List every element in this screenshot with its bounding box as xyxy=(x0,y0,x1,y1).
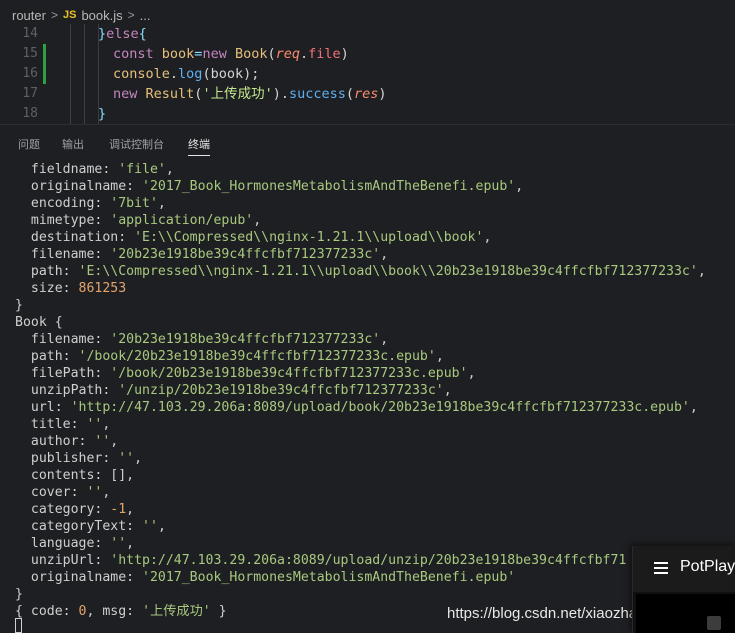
terminal-cursor xyxy=(15,618,22,633)
terminal-line: path: '/book/20b23e1918be39c4ffcfbf71237… xyxy=(15,349,444,364)
line-number: 17 xyxy=(22,86,38,101)
code-text: console.log(book); xyxy=(113,66,260,82)
tab-problems[interactable]: 问题 xyxy=(18,136,40,152)
terminal-line: mimetype: 'application/epub', xyxy=(15,213,262,228)
code-line[interactable]: 14 }else{ xyxy=(0,24,735,44)
tab-output[interactable]: 输出 xyxy=(62,136,84,152)
code-line[interactable]: 15 const book=new Book(req.file) xyxy=(0,44,735,64)
indent-guide xyxy=(84,24,85,124)
panel-tab-bar: 问题 输出 调试控制台 终端 xyxy=(0,124,735,159)
code-text: const book=new Book(req.file) xyxy=(113,46,349,62)
js-file-icon: JS xyxy=(62,9,77,21)
terminal-line: originalname: '2017_Book_HormonesMetabol… xyxy=(15,179,524,194)
terminal-output[interactable]: fieldname: 'file', originalname: '2017_B… xyxy=(0,158,735,633)
indent-guide xyxy=(98,24,99,124)
resize-handle-icon[interactable] xyxy=(707,616,721,630)
terminal-line: contents: [], xyxy=(15,468,135,483)
breadcrumb-more[interactable]: ... xyxy=(140,8,151,23)
breadcrumb-folder[interactable]: router xyxy=(12,8,46,23)
terminal-line: publisher: '', xyxy=(15,451,143,466)
terminal-line: filePath: '/book/20b23e1918be39c4ffcfbf7… xyxy=(15,366,476,381)
code-text: }else{ xyxy=(98,26,147,42)
terminal-line: cover: '', xyxy=(15,485,111,500)
terminal-line: language: '', xyxy=(15,536,135,551)
terminal-line: filename: '20b23e1918be39c4ffcfbf7123772… xyxy=(15,332,389,347)
code-line[interactable]: 18} xyxy=(0,104,735,124)
terminal-line: url: 'http://47.103.29.206a:8089/upload/… xyxy=(15,400,698,415)
terminal-line: size: 861253 xyxy=(15,281,127,296)
breadcrumb-file[interactable]: book.js xyxy=(81,8,122,23)
line-number: 16 xyxy=(22,66,38,81)
line-number: 14 xyxy=(22,26,38,41)
terminal-line: encoding: '7bit', xyxy=(15,196,166,211)
line-number: 18 xyxy=(22,106,38,121)
terminal-line: categoryText: '', xyxy=(15,519,166,534)
terminal-line: unzipPath: '/unzip/20b23e1918be39c4ffcfb… xyxy=(15,383,452,398)
terminal-line: originalname: '2017_Book_HormonesMetabol… xyxy=(15,570,516,585)
terminal-line: path: 'E:\\Compressed\\nginx-1.21.1\\upl… xyxy=(15,264,706,279)
code-editor[interactable]: 14}else{15 const book=new Book(req.file) 1… xyxy=(0,24,735,124)
terminal-line: title: '', xyxy=(15,417,111,432)
terminal-line: } xyxy=(15,298,23,313)
terminal-line: fieldname: 'file', xyxy=(15,162,174,177)
terminal-line: destination: 'E:\\Compressed\\nginx-1.21… xyxy=(15,230,492,245)
git-added-indicator xyxy=(43,44,46,64)
code-text: new Result('上传成功').success(res) xyxy=(113,86,387,102)
terminal-line: { code: 0, msg: '上传成功' } xyxy=(15,604,227,619)
code-text: } xyxy=(98,106,107,122)
terminal-line: unzipUrl: 'http://47.103.29.206a:8089/up… xyxy=(15,553,627,568)
tab-debug-console[interactable]: 调试控制台 xyxy=(109,136,164,152)
terminal-line: category: -1, xyxy=(15,502,135,517)
terminal-line: filename: '20b23e1918be39c4ffcfbf7123772… xyxy=(15,247,389,262)
potplayer-window[interactable]: PotPlayer xyxy=(632,546,735,633)
code-line[interactable]: 17 new Result('上传成功').success(res) xyxy=(0,84,735,104)
indent-guide xyxy=(70,24,71,124)
chevron-right-icon: > xyxy=(127,8,135,22)
line-number: 15 xyxy=(22,46,38,61)
terminal-line: } xyxy=(15,587,23,602)
terminal-line: author: '', xyxy=(15,434,119,449)
hamburger-menu-icon[interactable] xyxy=(654,562,668,574)
terminal-line: Book { xyxy=(15,315,63,330)
potplayer-title: PotPlayer xyxy=(680,558,735,575)
git-added-indicator xyxy=(43,64,46,84)
tab-terminal[interactable]: 终端 xyxy=(188,136,210,156)
chevron-right-icon: > xyxy=(50,8,58,22)
code-line[interactable]: 16 console.log(book); xyxy=(0,64,735,84)
